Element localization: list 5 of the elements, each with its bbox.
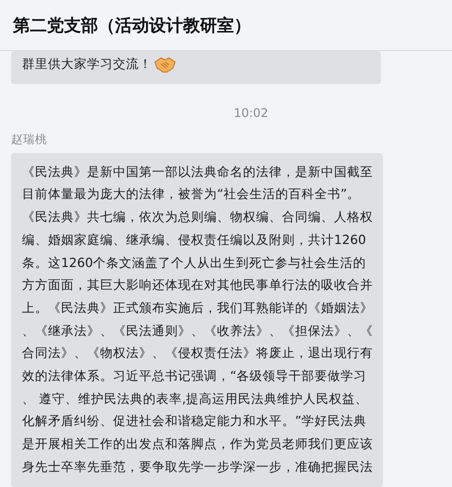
window-title: 第二党支部（活动设计教研室）	[13, 14, 251, 36]
message-text: 群里供大家学习交流！	[22, 53, 371, 76]
sender-name: 赵瑞桃	[11, 132, 47, 147]
message-text: 《民法典》是新中国第一部以法典命名的法律，是新中国截至 目前体量最为庞大的法律，被誉为“社会生活的百科全书”。 《民法典》共七编，依次为总则编、物权编、合同编、人格权 编、婚姻家庭编、继承编、侵权责任编以及附则，共计1260 条。这1260个条文涵盖了个人从出生到死亡参与社会生活的 方方面面，其巨大影响还体现在对其他民事单行法的吸收合并 上。《民法典》正式颁布实施后，我们耳熟能详的《婚姻法》 、《继承法》、《民法通则》、《收养法》、《担保法》、《 合同法》、《物权法》、《侵权责任法》将废止，退出现行有 效的法律体系。习近平总书记强调，“各级领导干部要做学习 、 遵守、维护民法典的表率,提高运用民法典维护人民权益、 化解矛盾纠纷、促进社会和谐稳定能力和水平。”学好民法典 是开展相关工作的出发点和落脚点，作为党员老师我们更应该 身先士卒率先垂范，要争取先学一步学深一步，准确把握民法	[22, 162, 373, 476]
message-time: 10:02	[234, 106, 268, 120]
